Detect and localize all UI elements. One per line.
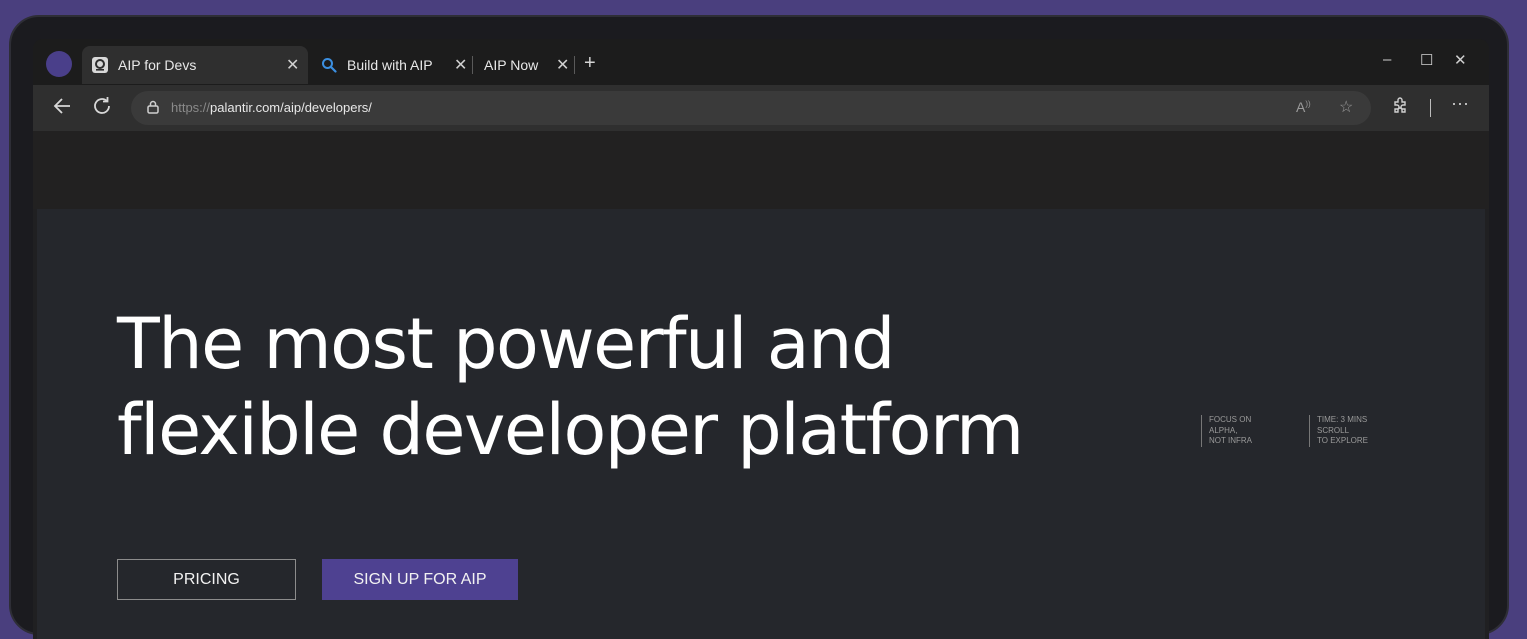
close-tab-icon[interactable]: ✕ xyxy=(286,55,299,75)
lock-icon xyxy=(147,100,159,119)
address-bar[interactable]: https://palantir.com/aip/developers/ A))… xyxy=(131,91,1371,125)
tab-aip-now[interactable]: AIP Now ✕ xyxy=(484,46,576,84)
tab-label: Build with AIP xyxy=(347,57,433,73)
tab-build-with-aip[interactable]: Build with AIP ✕ xyxy=(320,46,470,84)
more-menu-icon[interactable]: ··· xyxy=(1451,93,1469,114)
back-arrow-icon[interactable] xyxy=(51,95,73,122)
tab-aip-for-devs[interactable]: AIP for Devs ✕ xyxy=(82,46,308,84)
refresh-icon[interactable] xyxy=(91,95,113,122)
browser-window: AIP for Devs ✕ Build with AIP ✕ AIP Now … xyxy=(33,39,1489,639)
meta-time: TIME: 3 MINS SCROLL TO EXPLORE xyxy=(1309,415,1409,447)
page-header-area xyxy=(33,131,1489,209)
hero-section: The most powerful and flexible developer… xyxy=(37,209,1485,639)
search-icon xyxy=(320,56,338,74)
close-tab-icon[interactable]: ✕ xyxy=(556,55,569,75)
browser-toolbar: https://palantir.com/aip/developers/ A))… xyxy=(33,85,1489,131)
toolbar-divider xyxy=(1430,99,1431,117)
extensions-icon[interactable] xyxy=(1391,96,1409,119)
minimize-icon[interactable]: – xyxy=(1383,51,1391,68)
signup-button[interactable]: SIGN UP FOR AIP xyxy=(322,559,518,600)
tab-label: AIP for Devs xyxy=(118,57,197,73)
maximize-icon[interactable]: ☐ xyxy=(1420,51,1433,69)
hero-headline: The most powerful and flexible developer… xyxy=(117,303,1024,471)
tab-strip: AIP for Devs ✕ Build with AIP ✕ AIP Now … xyxy=(33,39,1489,85)
read-aloud-icon[interactable]: A)) xyxy=(1296,99,1311,115)
close-window-icon[interactable]: ✕ xyxy=(1454,51,1467,69)
favorite-star-icon[interactable]: ☆ xyxy=(1339,97,1353,117)
new-tab-button[interactable]: + xyxy=(584,53,596,73)
tab-label: AIP Now xyxy=(484,57,539,73)
tab-separator xyxy=(472,56,473,74)
url-text: https://palantir.com/aip/developers/ xyxy=(171,100,372,115)
pricing-button[interactable]: PRICING xyxy=(117,559,296,600)
palantir-favicon-icon xyxy=(91,56,109,74)
meta-focus: FOCUS ON ALPHA, NOT INFRA xyxy=(1201,415,1301,447)
device-frame: AIP for Devs ✕ Build with AIP ✕ AIP Now … xyxy=(9,15,1509,639)
profile-avatar[interactable] xyxy=(46,51,72,77)
close-tab-icon[interactable]: ✕ xyxy=(454,55,467,75)
tab-separator xyxy=(574,56,575,74)
